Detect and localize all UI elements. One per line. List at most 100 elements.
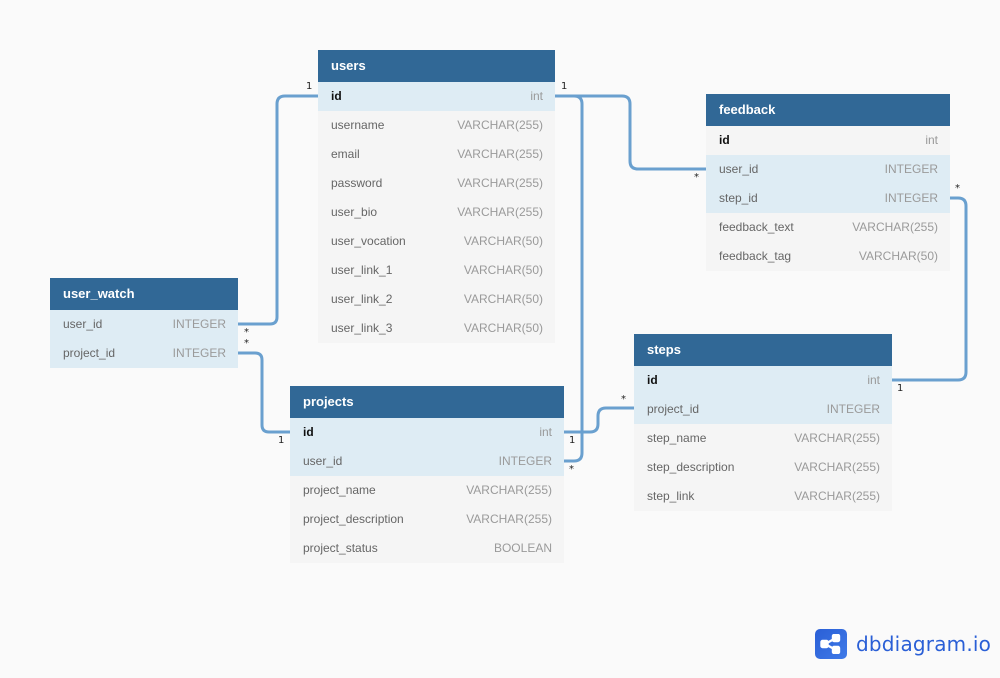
field-name: feedback_tag — [719, 249, 792, 263]
field-type: VARCHAR(255) — [466, 483, 552, 497]
cardinality-label: * — [244, 338, 249, 349]
field-type: int — [539, 425, 552, 439]
table-field[interactable]: project_name VARCHAR(255) — [290, 476, 564, 505]
table-user-watch[interactable]: user_watch user_id INTEGER project_id INTE… — [50, 278, 238, 368]
table-field[interactable]: user_id INTEGER — [706, 155, 950, 184]
field-type: VARCHAR(50) — [463, 321, 543, 335]
table-field[interactable]: project_status BOOLEAN — [290, 534, 564, 563]
field-name: id — [647, 373, 658, 387]
field-name: project_id — [647, 402, 700, 416]
table-field[interactable]: user_link_3 VARCHAR(50) — [318, 314, 555, 343]
table-field[interactable]: user_link_2 VARCHAR(50) — [318, 285, 555, 314]
field-type: int — [867, 373, 880, 387]
table-field[interactable]: password VARCHAR(255) — [318, 169, 555, 198]
field-type: int — [530, 89, 543, 103]
field-type: int — [925, 133, 938, 147]
table-field[interactable]: project_id INTEGER — [634, 395, 892, 424]
field-name: email — [331, 147, 360, 161]
field-type: INTEGER — [498, 454, 552, 468]
field-name: user_link_1 — [331, 263, 393, 277]
field-name: user_id — [63, 317, 103, 331]
field-type: VARCHAR(255) — [794, 489, 880, 503]
brand-name: dbdiagram.io — [856, 632, 992, 656]
field-name: user_vocation — [331, 234, 406, 248]
cardinality-label: * — [694, 172, 699, 183]
table-field[interactable]: user_id INTEGER — [50, 310, 238, 339]
link-user-watch-projects[interactable] — [238, 351, 290, 434]
field-type: INTEGER — [172, 317, 226, 331]
field-type: VARCHAR(255) — [466, 512, 552, 526]
table-field[interactable]: step_description VARCHAR(255) — [634, 453, 892, 482]
field-name: project_status — [303, 541, 378, 555]
field-name: user_bio — [331, 205, 378, 219]
field-type: INTEGER — [826, 402, 880, 416]
cardinality-label: * — [244, 327, 249, 338]
cardinality-label: * — [569, 464, 574, 475]
table-field[interactable]: user_bio VARCHAR(255) — [318, 198, 555, 227]
field-name: user_id — [719, 162, 759, 176]
field-type: VARCHAR(50) — [858, 249, 938, 263]
cardinality-label: 1 — [897, 383, 904, 394]
table-header[interactable]: users — [318, 50, 555, 82]
table-field[interactable]: username VARCHAR(255) — [318, 111, 555, 140]
table-field[interactable]: project_description VARCHAR(255) — [290, 505, 564, 534]
field-name: user_id — [303, 454, 343, 468]
field-type: VARCHAR(255) — [852, 220, 938, 234]
table-field[interactable]: user_link_1 VARCHAR(50) — [318, 256, 555, 285]
field-name: step_link — [647, 489, 695, 503]
link-users-feedback[interactable] — [555, 94, 706, 171]
field-type: VARCHAR(255) — [457, 176, 543, 190]
share-icon — [815, 629, 847, 659]
table-field[interactable]: step_id INTEGER — [706, 184, 950, 213]
field-type: INTEGER — [884, 191, 938, 205]
table-field[interactable]: id int — [318, 82, 555, 111]
link-projects-steps[interactable] — [564, 406, 634, 434]
link-user-watch-users[interactable] — [238, 94, 318, 326]
table-header[interactable]: projects — [290, 386, 564, 418]
field-name: id — [719, 133, 730, 147]
table-field[interactable]: id int — [290, 418, 564, 447]
table-users[interactable]: users id int username VARCHAR(255) email VA… — [318, 50, 555, 343]
field-type: VARCHAR(255) — [794, 460, 880, 474]
table-field[interactable]: step_link VARCHAR(255) — [634, 482, 892, 511]
cardinality-label: * — [955, 183, 960, 194]
field-name: feedback_text — [719, 220, 794, 234]
field-type: INTEGER — [172, 346, 226, 360]
field-name: project_id — [63, 346, 116, 360]
field-type: VARCHAR(255) — [457, 118, 543, 132]
field-name: username — [331, 118, 385, 132]
brand-logo-link[interactable]: dbdiagram.io — [815, 629, 991, 659]
field-name: id — [303, 425, 314, 439]
field-type: BOOLEAN — [493, 541, 552, 555]
table-projects[interactable]: projects id int user_id INTEGER project_na… — [290, 386, 564, 563]
field-type: VARCHAR(50) — [463, 263, 543, 277]
table-header[interactable]: user_watch — [50, 278, 238, 310]
field-type: VARCHAR(255) — [457, 205, 543, 219]
cardinality-label: 1 — [561, 81, 568, 92]
field-name: user_link_3 — [331, 321, 393, 335]
field-name: step_id — [719, 191, 758, 205]
table-header[interactable]: steps — [634, 334, 892, 366]
table-feedback[interactable]: feedback id int user_id INTEGER step_id INT… — [706, 94, 950, 271]
table-field[interactable]: email VARCHAR(255) — [318, 140, 555, 169]
field-type: VARCHAR(255) — [794, 431, 880, 445]
field-type: VARCHAR(255) — [457, 147, 543, 161]
cardinality-label: 1 — [569, 435, 576, 446]
table-field[interactable]: user_id INTEGER — [290, 447, 564, 476]
field-name: id — [331, 89, 342, 103]
table-steps[interactable]: steps id int project_id INTEGER step_name V… — [634, 334, 892, 511]
field-name: step_description — [647, 460, 735, 474]
table-field[interactable]: id int — [634, 366, 892, 395]
table-field[interactable]: feedback_tag VARCHAR(50) — [706, 242, 950, 271]
table-field[interactable]: step_name VARCHAR(255) — [634, 424, 892, 453]
cardinality-label: 1 — [306, 81, 313, 92]
table-field[interactable]: id int — [706, 126, 950, 155]
table-field[interactable]: feedback_text VARCHAR(255) — [706, 213, 950, 242]
field-name: project_description — [303, 512, 404, 526]
field-type: VARCHAR(50) — [463, 234, 543, 248]
field-name: step_name — [647, 431, 707, 445]
table-header[interactable]: feedback — [706, 94, 950, 126]
table-field[interactable]: user_vocation VARCHAR(50) — [318, 227, 555, 256]
table-field[interactable]: project_id INTEGER — [50, 339, 238, 368]
cardinality-label: * — [621, 394, 626, 405]
